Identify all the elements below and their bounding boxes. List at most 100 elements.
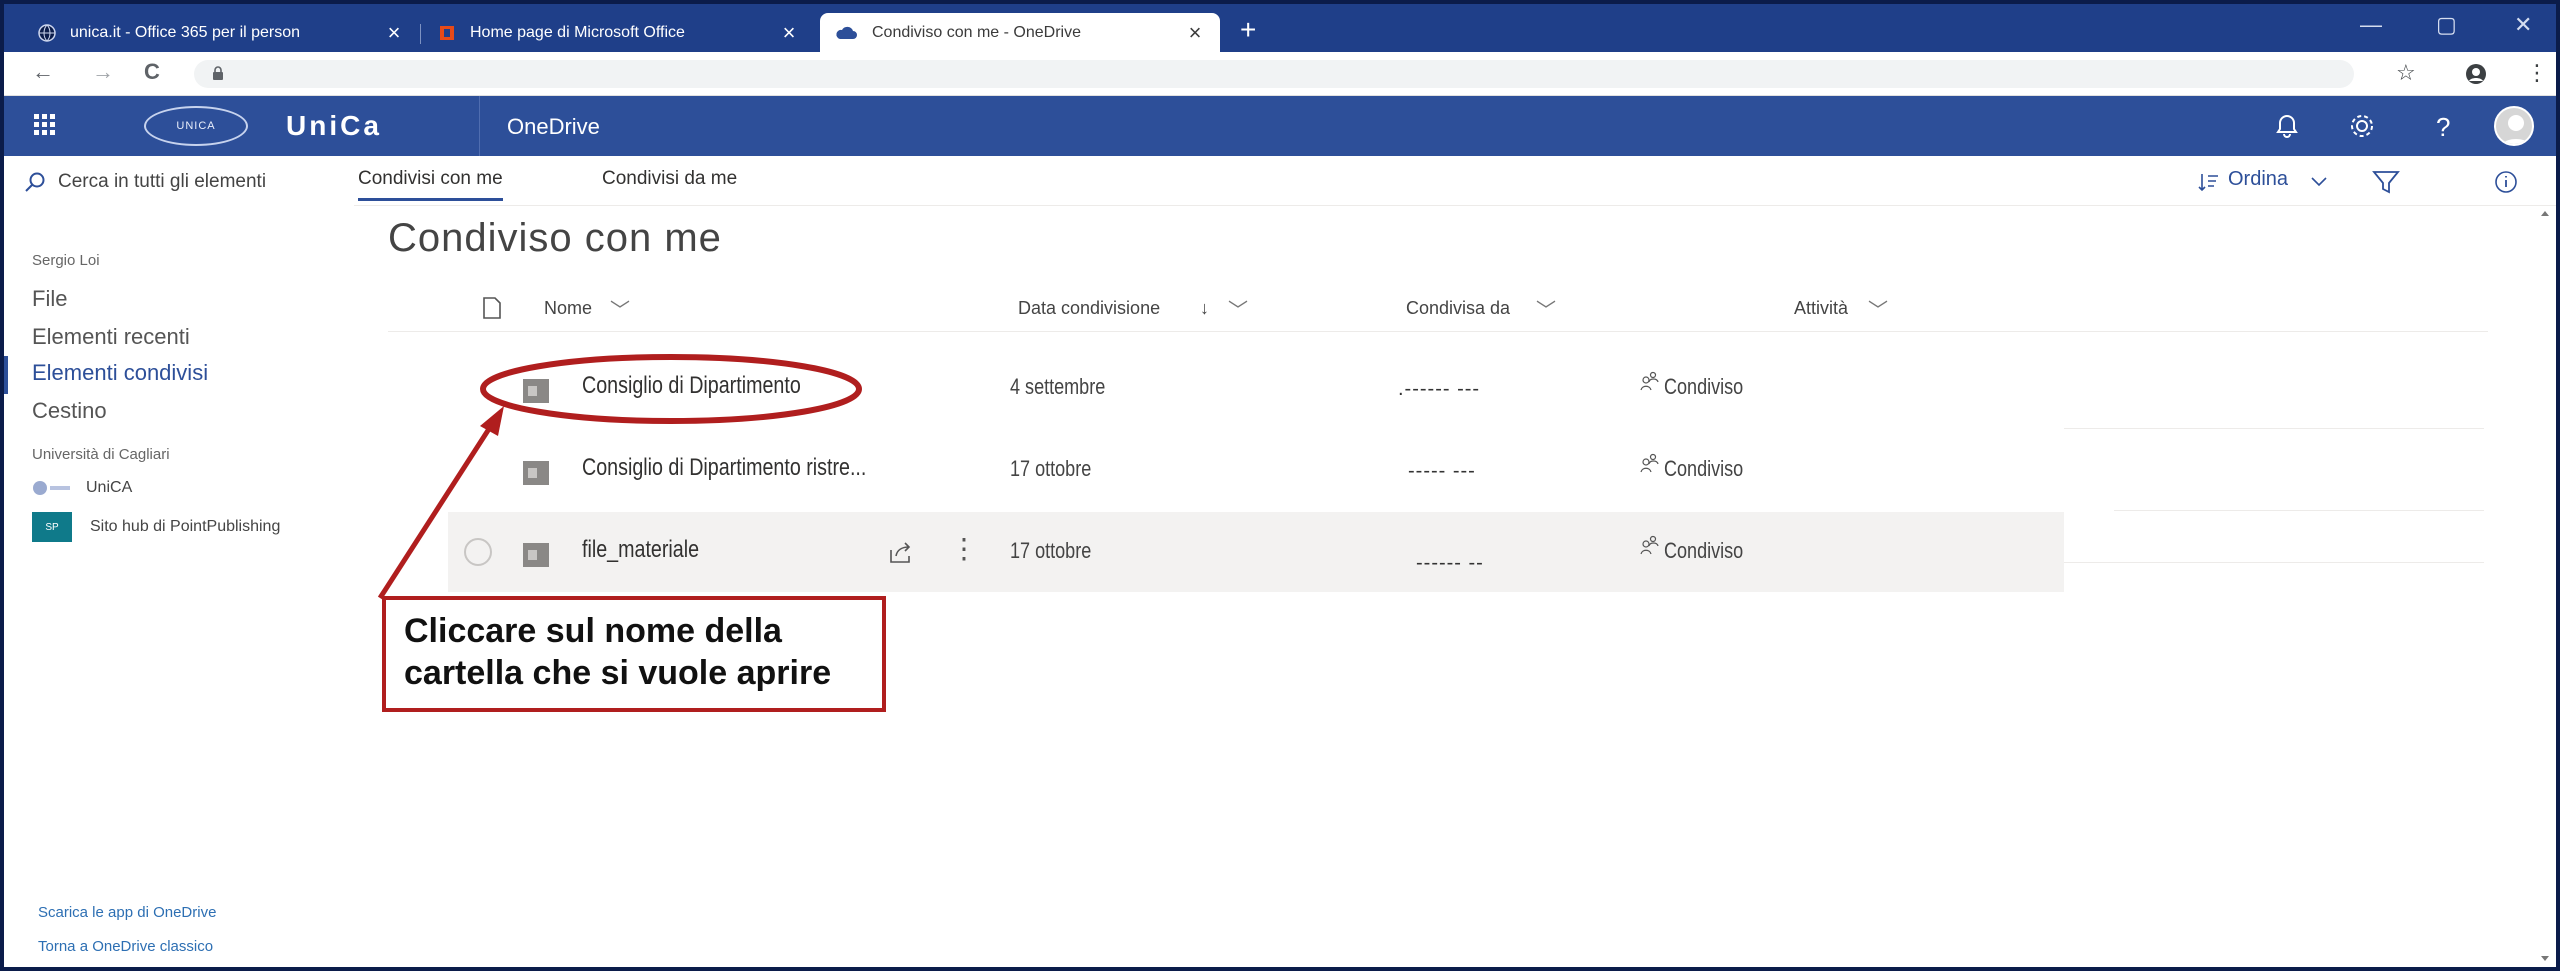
chevron-down-icon[interactable]: ﹀	[1536, 294, 1556, 323]
site-label: UniCA	[86, 479, 133, 496]
user-silhouette-icon	[2501, 115, 2531, 144]
help-icon[interactable]: ?	[2436, 112, 2450, 143]
browser-tabstrip: unica.it - Office 365 per il person × Ho…	[4, 4, 2556, 52]
sidebar-item-recent[interactable]: Elementi recenti	[32, 324, 190, 350]
row-divider	[2114, 510, 2484, 511]
list-header: Nome ﹀ Data condivisione ↓ ﹀ Condivisa d…	[388, 282, 2488, 332]
page-title: Condiviso con me	[388, 216, 722, 260]
avatar[interactable]	[2494, 106, 2534, 146]
forward-button[interactable]: →	[92, 59, 114, 85]
highlight-ellipse	[480, 354, 862, 424]
file-type-header-icon[interactable]	[480, 296, 504, 320]
sort-icon	[2198, 174, 2218, 192]
share-icon[interactable]	[888, 540, 914, 564]
item-date: 4 settembre	[1010, 374, 1106, 399]
command-bar: Condivisi con me Condivisi da me Ordina	[354, 156, 2556, 206]
tab-shared-with-me[interactable]: Condivisi con me	[358, 168, 503, 201]
people-icon	[1640, 535, 1659, 555]
callout-line-2: cartella che si vuole aprire	[404, 654, 832, 692]
tab-office-home[interactable]: Home page di Microsoft Office ×	[424, 13, 814, 52]
close-icon[interactable]: ×	[383, 20, 405, 46]
people-icon	[1640, 453, 1659, 473]
people-icon	[1640, 371, 1659, 391]
download-apps-link[interactable]: Scarica le app di OneDrive	[38, 904, 216, 921]
close-window-button[interactable]: ✕	[2514, 12, 2532, 38]
callout-arrow	[377, 406, 504, 600]
site-badge: SP	[32, 512, 72, 542]
sort-arrow-down-icon: ↓	[1200, 298, 1209, 318]
chevron-down-icon[interactable]: ﹀	[1868, 294, 1888, 323]
maximize-button[interactable]: ▢	[2436, 12, 2457, 38]
item-sharedby[interactable]: .------ ---	[1398, 378, 1480, 401]
app-name[interactable]: OneDrive	[507, 114, 600, 140]
instruction-callout: Cliccare sul nome della cartella che si …	[382, 596, 886, 712]
table-row[interactable]: Consiglio di Dipartimento ristre... 17 o…	[448, 430, 2064, 510]
more-options-icon[interactable]: ⋮	[950, 532, 978, 565]
bell-icon[interactable]	[2274, 112, 2300, 140]
classic-onedrive-link[interactable]: Torna a OneDrive classico	[38, 938, 213, 955]
search-input[interactable]: Cerca in tutti gli elementi	[24, 164, 344, 200]
cloud-icon	[836, 26, 857, 39]
profile-icon[interactable]	[2464, 62, 2488, 86]
item-date: 17 ottobre	[1010, 538, 1092, 563]
search-icon	[25, 172, 45, 192]
seal-text: UNICA	[176, 120, 216, 132]
column-header-name[interactable]: Nome	[544, 298, 592, 319]
new-tab-button[interactable]: +	[1240, 14, 1256, 46]
close-icon[interactable]: ×	[1184, 20, 1206, 46]
address-input[interactable]	[194, 60, 2354, 88]
reload-button[interactable]: C	[144, 59, 160, 85]
vertical-scrollbar[interactable]	[2534, 206, 2556, 967]
column-header-activity[interactable]: Attività	[1794, 298, 1848, 319]
chevron-down-icon[interactable]: ﹀	[1228, 294, 1248, 323]
item-name-link[interactable]: Consiglio di Dipartimento ristre...	[582, 454, 866, 482]
info-icon[interactable]	[2494, 170, 2518, 194]
left-navigation: Cerca in tutti gli elementi Sergio Loi F…	[4, 156, 354, 967]
gear-icon[interactable]	[2348, 112, 2376, 140]
item-sharedby[interactable]: ----- ---	[1408, 460, 1476, 483]
item-sharedby[interactable]: ------ --	[1416, 552, 1484, 575]
tab-unica[interactable]: unica.it - Office 365 per il person ×	[24, 13, 419, 52]
filter-icon[interactable]	[2372, 170, 2400, 194]
close-icon[interactable]: ×	[778, 20, 800, 46]
tab-title: unica.it - Office 365 per il person	[70, 23, 301, 41]
app-launcher-icon[interactable]	[30, 110, 60, 140]
unica-logo-icon	[33, 481, 70, 495]
tab-onedrive[interactable]: Condiviso con me - OneDrive ×	[820, 13, 1220, 52]
header-divider	[479, 96, 480, 156]
sidebar-item-trash[interactable]: Cestino	[32, 398, 107, 424]
row-divider	[2064, 562, 2484, 563]
item-activity: Condiviso	[1664, 374, 1744, 399]
sidebar-item-file[interactable]: File	[32, 286, 67, 312]
bookmark-star-icon[interactable]: ☆	[2396, 60, 2416, 86]
globe-icon	[38, 23, 56, 42]
item-date: 17 ottobre	[1010, 456, 1092, 481]
sidebar-item-shared[interactable]: Elementi condivisi	[32, 360, 208, 386]
table-row[interactable]: file_materiale ⋮ 17 ottobre ------ -- Co…	[448, 512, 2064, 592]
suite-header: UNICA UniCa OneDrive ?	[4, 96, 2556, 156]
tab-title: Condiviso con me - OneDrive	[872, 23, 1081, 41]
column-header-sharedby[interactable]: Condivisa da	[1406, 298, 1510, 319]
minimize-button[interactable]: —	[2360, 12, 2382, 38]
chevron-down-icon[interactable]	[2310, 176, 2328, 188]
browser-menu-icon[interactable]: ⋮	[2526, 60, 2548, 86]
back-button[interactable]: ←	[32, 59, 54, 85]
search-placeholder: Cerca in tutti gli elementi	[58, 171, 267, 192]
item-name-link[interactable]: file_materiale	[582, 536, 699, 564]
active-indicator	[4, 356, 8, 394]
item-activity: Condiviso	[1664, 456, 1744, 481]
screen: unica.it - Office 365 per il person × Ho…	[4, 4, 2556, 967]
tab-shared-by-me[interactable]: Condivisi da me	[602, 168, 737, 198]
chevron-down-icon[interactable]: ﹀	[610, 294, 630, 323]
site-item-unica[interactable]: UniCA	[32, 478, 132, 498]
site-item-pointpublishing[interactable]: SP Sito hub di PointPublishing	[32, 512, 280, 542]
folder-icon	[523, 543, 549, 567]
folder-icon	[523, 461, 549, 485]
callout-line-1: Cliccare sul nome della	[404, 612, 782, 650]
user-name: Sergio Loi	[32, 252, 100, 269]
row-divider	[2064, 428, 2484, 429]
brand-logo[interactable]: UniCa	[286, 110, 382, 142]
column-header-date[interactable]: Data condivisione	[1018, 298, 1160, 319]
sort-button[interactable]: Ordina	[2228, 168, 2288, 191]
office-icon	[440, 25, 454, 40]
